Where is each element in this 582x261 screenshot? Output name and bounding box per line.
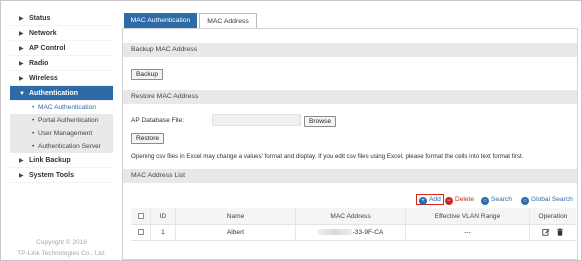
sidebar-subitem-portal-authentication[interactable]: • Portal Authentication (10, 114, 113, 127)
search-button[interactable]: ○ Search (481, 194, 512, 205)
sidebar-subitem-label: User Management (38, 130, 93, 137)
chevron-right-icon: ▶ (19, 31, 24, 37)
sidebar-item-ap-control[interactable]: ▶ AP Control (10, 41, 113, 56)
sidebar-item-label: Status (29, 15, 51, 22)
sidebar-subitem-label: Authentication Server (38, 143, 102, 150)
sidebar: ▶ Status ▶ Network ▶ AP Control ▶ Radio ▶ Wir… (10, 11, 113, 260)
row-select-cell (131, 225, 151, 241)
select-all-checkbox[interactable] (137, 213, 144, 220)
chevron-down-icon: ▼ (19, 91, 25, 97)
chevron-right-icon: ▶ (19, 158, 24, 164)
table-header-row: ID Name MAC Address Effective VLAN Range… (131, 208, 576, 225)
chevron-right-icon: ▶ (19, 76, 24, 82)
tab-mac-address[interactable]: MAC Address (199, 13, 257, 28)
sidebar-item-authentication[interactable]: ▼ Authentication (10, 86, 113, 101)
sidebar-item-label: Wireless (29, 75, 58, 82)
search-label: Search (491, 196, 512, 203)
global-search-label: Global Search (531, 196, 573, 203)
tab-mac-authentication[interactable]: MAC Authentication (124, 13, 197, 28)
section-header-mac-list: MAC Address List (123, 169, 577, 183)
sidebar-item-label: AP Control (29, 45, 66, 52)
search-icon: ○ (481, 197, 489, 205)
excel-note: Opening csv files in Excel may change a … (131, 153, 524, 160)
row-name: Albert (176, 225, 296, 241)
sidebar-subitem-mac-authentication[interactable]: • MAC Authentication (10, 101, 113, 114)
column-header-mac: MAC Address (296, 208, 406, 225)
sidebar-item-label: Radio (29, 60, 49, 67)
row-operations (530, 225, 576, 241)
sidebar-item-label: Link Backup (29, 157, 71, 164)
sidebar-item-link-backup[interactable]: ▶ Link Backup (10, 153, 113, 168)
redacted-mac-prefix (317, 229, 352, 236)
delete-label: Delete (455, 196, 475, 203)
mac-address-table: ID Name MAC Address Effective VLAN Range… (131, 208, 576, 241)
add-icon: + (419, 197, 427, 205)
trash-icon[interactable] (556, 228, 564, 236)
sidebar-subitem-label: Portal Authentication (38, 117, 99, 124)
sidebar-item-status[interactable]: ▶ Status (10, 11, 113, 26)
row-mac-cell: -33-9F-CA (296, 225, 406, 241)
sidebar-subitem-label: MAC Authentication (38, 104, 96, 111)
section-header-backup: Backup MAC Address (123, 43, 577, 57)
copyright-line: TP-Link Technologies Co., Ltd. (17, 250, 106, 257)
sidebar-item-system-tools[interactable]: ▶ System Tools (10, 168, 113, 183)
row-checkbox[interactable] (137, 229, 144, 236)
chevron-right-icon: ▶ (19, 46, 24, 52)
sidebar-item-label: Network (29, 30, 57, 37)
file-path-field[interactable] (212, 114, 301, 126)
main-panel: Backup MAC Address Backup Restore MAC Ad… (122, 28, 578, 260)
column-header-id: ID (151, 208, 176, 225)
chevron-right-icon: ▶ (19, 173, 24, 179)
edit-icon[interactable] (542, 228, 550, 236)
row-id: 1 (151, 225, 176, 241)
table-row: 1 Albert -33-9F-CA --- (131, 225, 576, 241)
add-button[interactable]: + Add (416, 194, 444, 205)
add-label: Add (429, 196, 441, 203)
sidebar-item-network[interactable]: ▶ Network (10, 26, 113, 41)
copyright: Copyright © 2016 TP-Link Technologies Co… (10, 237, 113, 259)
sidebar-item-wireless[interactable]: ▶ Wireless (10, 71, 113, 86)
file-label: AP Database File: (131, 117, 185, 124)
backup-button[interactable]: Backup (131, 69, 163, 80)
delete-button[interactable]: − Delete (445, 194, 474, 205)
column-header-operation: Operation (538, 213, 568, 220)
column-header-vlan: Effective VLAN Range (406, 208, 530, 225)
row-mac: -33-9F-CA (352, 229, 384, 236)
sidebar-subitem-authentication-server[interactable]: • Authentication Server (10, 140, 113, 153)
sidebar-item-label: System Tools (29, 172, 74, 179)
sidebar-item-label: Authentication (29, 90, 78, 97)
global-search-button[interactable]: ○ Global Search (521, 194, 573, 205)
row-vlan: --- (406, 225, 530, 241)
window-frame: ▶ Status ▶ Network ▶ AP Control ▶ Radio ▶ Wir… (0, 0, 582, 261)
sidebar-subitem-user-management[interactable]: • User Management (10, 127, 113, 140)
sidebar-item-radio[interactable]: ▶ Radio (10, 56, 113, 71)
restore-button[interactable]: Restore (131, 133, 165, 144)
section-header-restore: Restore MAC Address (123, 90, 577, 104)
delete-icon: − (445, 197, 453, 205)
global-search-icon: ○ (521, 197, 529, 205)
copyright-line: Copyright © 2016 (36, 239, 87, 246)
chevron-right-icon: ▶ (19, 16, 24, 22)
chevron-right-icon: ▶ (19, 61, 24, 67)
select-all-cell (131, 208, 151, 225)
column-header-name: Name (176, 208, 296, 225)
browse-button[interactable]: Browse (304, 116, 336, 127)
